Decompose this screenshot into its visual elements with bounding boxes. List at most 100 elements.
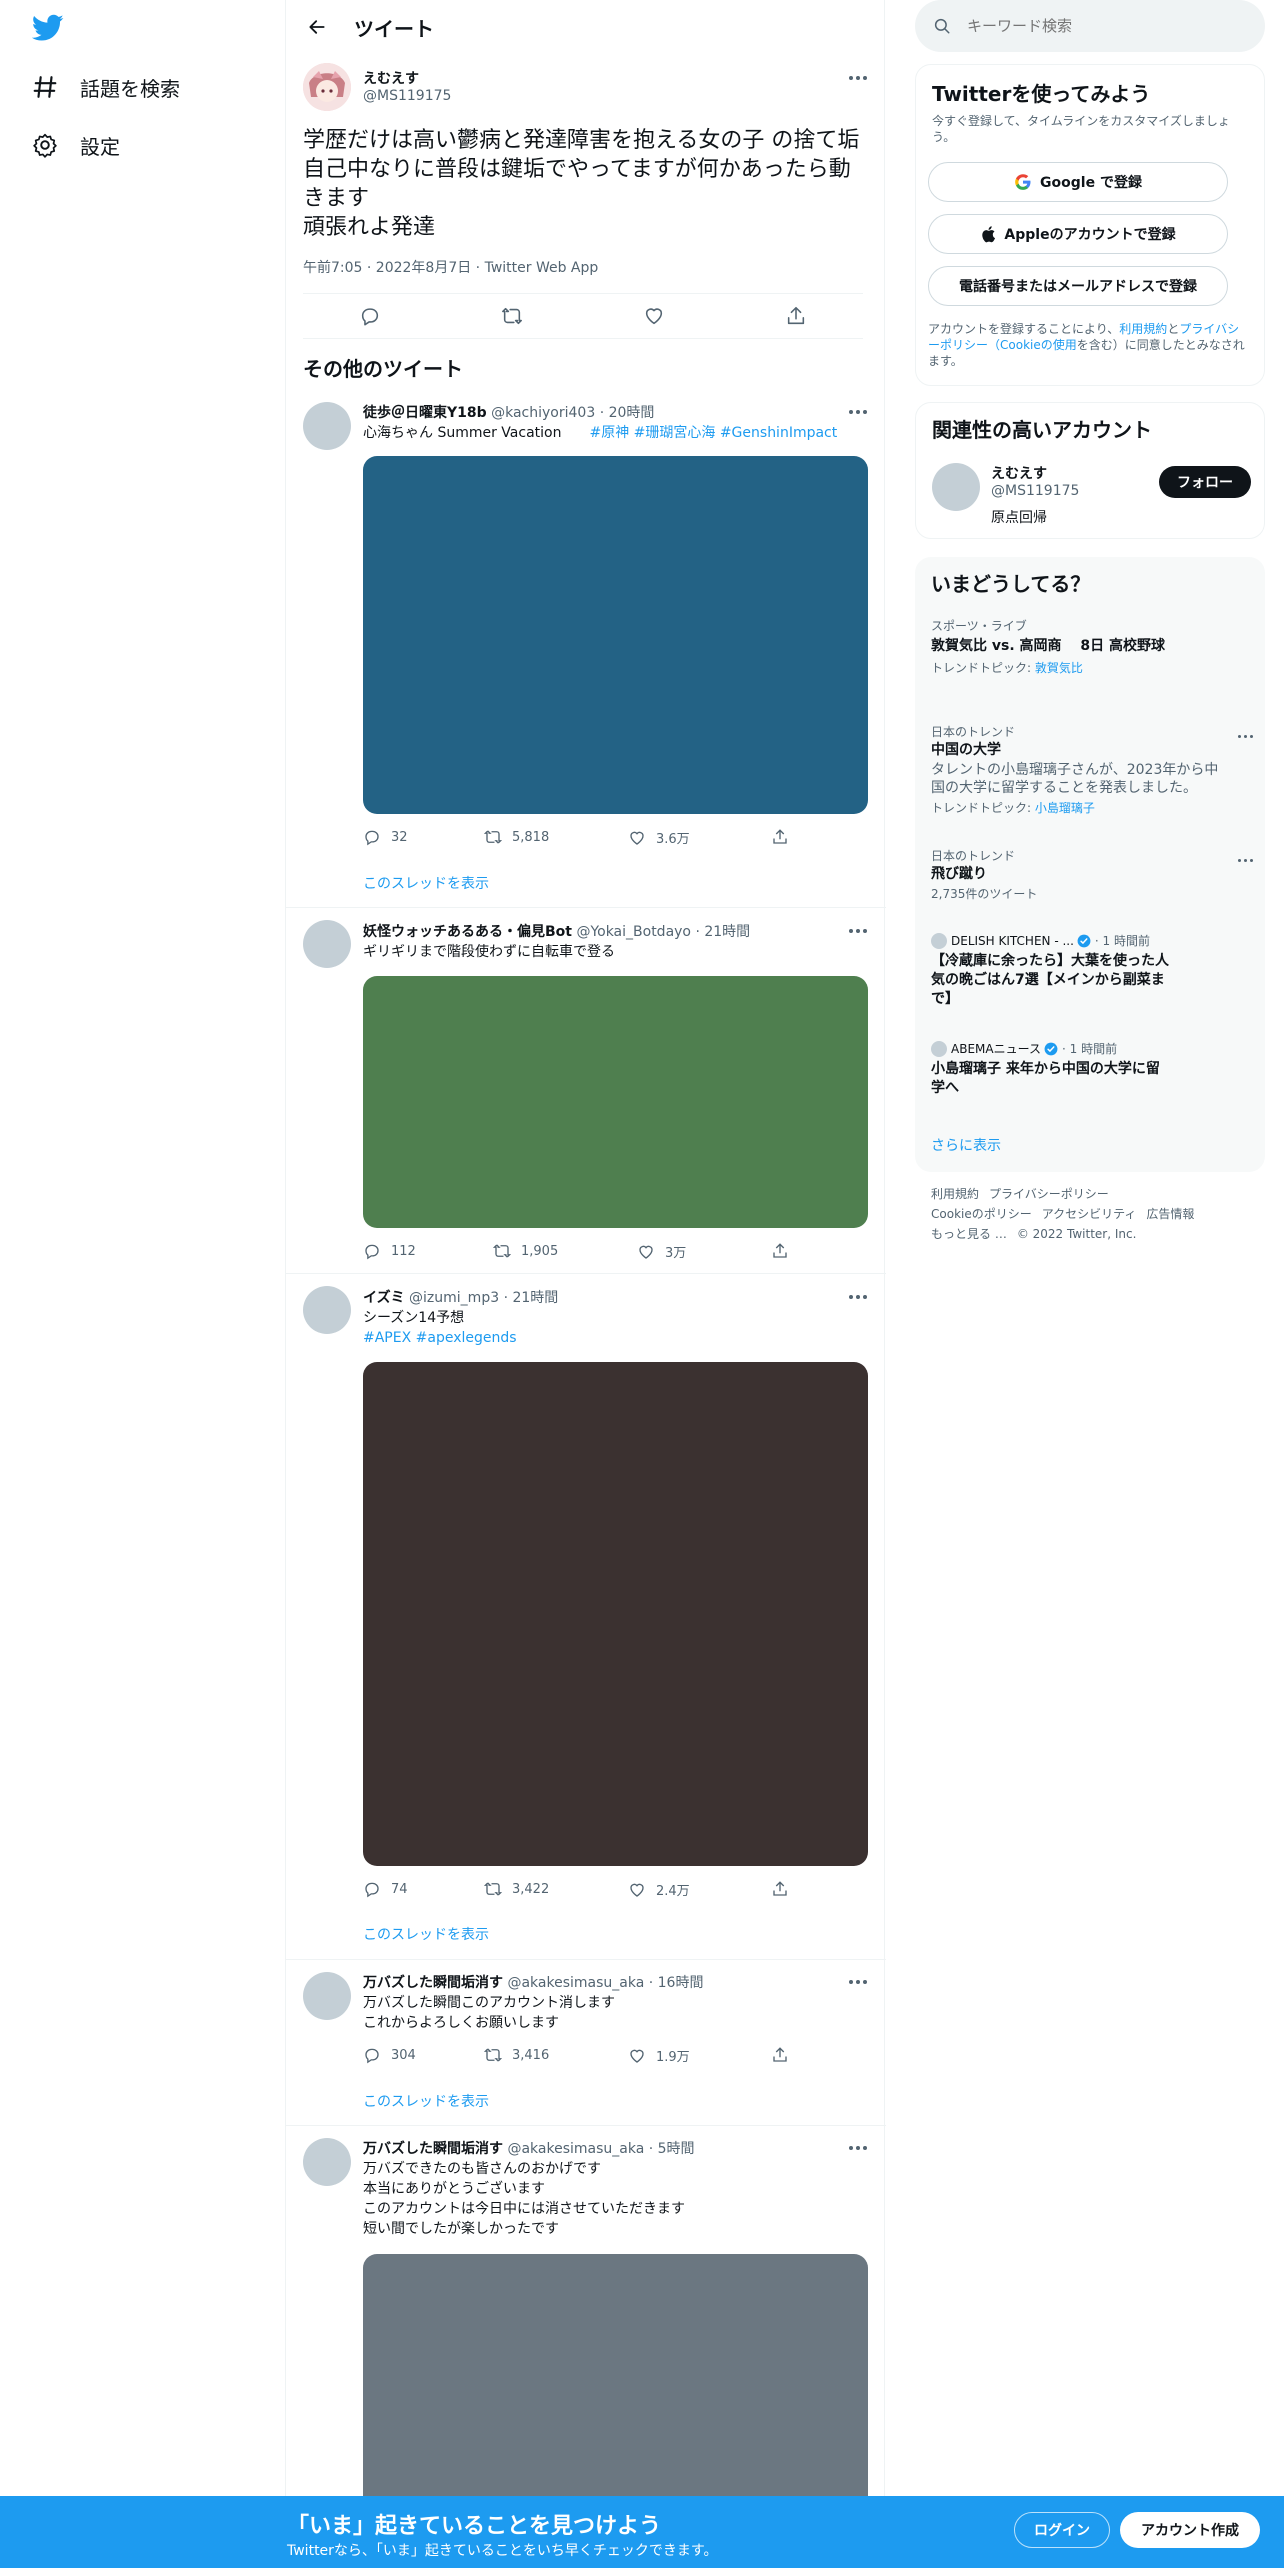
reply-count[interactable]: 112: [363, 1242, 416, 1260]
retweet-count[interactable]: 1,905: [493, 1242, 558, 1260]
avatar[interactable]: [303, 402, 351, 450]
more-options-button[interactable]: [846, 919, 870, 943]
tweet-image[interactable]: [363, 456, 868, 814]
tweet-image[interactable]: [363, 976, 868, 1228]
phone-email-signup-button[interactable]: 電話番号またはメールアドレスで登録: [928, 266, 1228, 306]
back-button[interactable]: [300, 10, 334, 44]
share-button[interactable]: [771, 2046, 799, 2064]
author-name[interactable]: 万バズした瞬間垢消す: [363, 2141, 503, 2157]
follow-button[interactable]: フォロー: [1159, 466, 1251, 498]
avatar[interactable]: [303, 1972, 351, 2020]
trend-topic-link[interactable]: 敦賀気比: [1035, 661, 1083, 675]
author-handle[interactable]: @akakesimasu_aka: [507, 2141, 644, 2157]
hashtags[interactable]: #APEX #apexlegends: [363, 1328, 517, 1348]
author-name[interactable]: 妖怪ウォッチあるある・偏見Bot: [363, 924, 572, 940]
author-handle[interactable]: @akakesimasu_aka: [507, 1975, 644, 1991]
more-options-button[interactable]: [846, 1285, 870, 1309]
trends-title: いまどうしてる？: [931, 572, 1091, 596]
like-count[interactable]: 2.4万: [628, 1880, 690, 1899]
news-item[interactable]: ABEMAニュース · 1 時間前 小島瑠璃子 来年から中国の大学に留学へ: [931, 1040, 1171, 1098]
trend-item[interactable]: 日本のトレンド 飛び蹴り 2,735件のツイート: [931, 847, 1231, 903]
like-count[interactable]: 3万: [637, 1242, 686, 1261]
avatar[interactable]: [303, 63, 351, 111]
hashtags[interactable]: #原神 #珊瑚宮心海 #GenshinImpact: [589, 425, 837, 441]
share-icon[interactable]: [785, 305, 809, 329]
trend-item[interactable]: 日本のトレンド 中国の大学 タレントの小島瑠璃子さんが、2023年から中国の大学…: [931, 723, 1231, 817]
reply-icon[interactable]: [359, 305, 383, 329]
share-button[interactable]: [771, 1880, 799, 1898]
more-options-button[interactable]: [846, 66, 870, 90]
more-options-button[interactable]: [846, 400, 870, 424]
more-options-button[interactable]: [846, 2136, 870, 2160]
footer-link[interactable]: 利用規約: [931, 1187, 979, 1201]
retweet-count[interactable]: 3,422: [484, 1880, 549, 1898]
reply-count[interactable]: 74: [363, 1880, 408, 1898]
retweet-icon: [484, 2048, 502, 2062]
reply-count[interactable]: 32: [363, 828, 408, 846]
like-count[interactable]: 3.6万: [628, 828, 690, 847]
more-options-button[interactable]: [846, 1970, 870, 1994]
search-box[interactable]: [915, 0, 1265, 52]
nav-settings[interactable]: 設定: [32, 125, 120, 165]
author-name[interactable]: 徒歩＠日曜東Y18b: [363, 405, 487, 421]
tweet-image[interactable]: [363, 1362, 868, 1866]
nav-explore[interactable]: 話題を検索: [32, 67, 180, 107]
footer-link[interactable]: もっと見る …: [931, 1227, 1007, 1241]
author-handle[interactable]: @Yokai_Botdayo: [576, 924, 691, 940]
trend-item[interactable]: スポーツ・ライブ 敦賀気比 vs. 高岡商 8日 高校野球 トレンドトピック: …: [931, 617, 1231, 677]
show-thread-link[interactable]: このスレッドを表示: [363, 873, 489, 893]
like-icon[interactable]: [643, 305, 667, 329]
author-handle[interactable]: @kachiyori403: [491, 405, 595, 421]
author-name[interactable]: イズミ: [363, 1290, 405, 1306]
author-name[interactable]: 万バズした瞬間垢消す: [363, 1975, 503, 1991]
apple-signup-button[interactable]: Appleのアカウントで登録: [928, 214, 1228, 254]
news-time: · 1 時間前: [1062, 1042, 1118, 1056]
terms-link[interactable]: 利用規約: [1119, 322, 1167, 336]
retweet-count[interactable]: 5,818: [484, 828, 549, 846]
page-header: ツイート: [286, 0, 886, 54]
avatar[interactable]: [303, 2138, 351, 2186]
related-account-name[interactable]: えむえす: [991, 463, 1047, 483]
tweet-time[interactable]: · 20時間: [600, 405, 655, 421]
share-button[interactable]: [771, 828, 799, 846]
related-account-handle[interactable]: @MS119175: [991, 483, 1079, 499]
avatar[interactable]: [303, 920, 351, 968]
related-account-bio: 原点回帰: [991, 510, 1047, 526]
tweet-card[interactable]: 徒歩＠日曜東Y18b @kachiyori403 · 20時間 心海ちゃん Su…: [286, 392, 886, 908]
footer-link[interactable]: Cookieのポリシー: [931, 1207, 1032, 1221]
search-input[interactable]: [967, 17, 1227, 35]
footer-link[interactable]: プライバシーポリシー: [989, 1187, 1109, 1201]
show-thread-link[interactable]: このスレッドを表示: [363, 1924, 489, 1944]
tweet-card[interactable]: 妖怪ウォッチあるある・偏見Bot @Yokai_Botdayo · 21時間 ギ…: [286, 908, 886, 1274]
retweet-icon[interactable]: [501, 305, 525, 329]
twitter-bird-icon[interactable]: [32, 14, 66, 44]
retweet-count[interactable]: 3,416: [484, 2046, 549, 2064]
like-count[interactable]: 1.9万: [628, 2046, 690, 2065]
avatar[interactable]: [932, 463, 980, 511]
more-options-button[interactable]: [1233, 848, 1257, 872]
trend-category: 日本のトレンド: [931, 849, 1016, 863]
show-more-link[interactable]: さらに表示: [931, 1135, 1001, 1155]
login-button[interactable]: ログイン: [1014, 2512, 1110, 2548]
tweet-time[interactable]: · 21時間: [695, 924, 750, 940]
create-account-button[interactable]: アカウント作成: [1120, 2512, 1260, 2548]
reply-count[interactable]: 304: [363, 2046, 416, 2064]
footer-link[interactable]: 広告情報: [1146, 1207, 1194, 1221]
trend-topic-link[interactable]: 小島瑠璃子: [1035, 801, 1095, 815]
tweet-card[interactable]: 万バズした瞬間垢消す @akakesimasu_aka · 16時間 万バズした…: [286, 1960, 886, 2126]
news-item[interactable]: DELISH KITCHEN - ... · 1 時間前 【冷蔵庫に余ったら】大…: [931, 932, 1171, 1009]
share-button[interactable]: [771, 1242, 799, 1260]
author-handle[interactable]: @MS119175: [363, 88, 451, 104]
avatar[interactable]: [303, 1286, 351, 1334]
tweet-meta[interactable]: 午前7:05 · 2022年8月7日 · Twitter Web App: [303, 257, 598, 277]
tweet-time[interactable]: · 21時間: [504, 1290, 559, 1306]
google-signup-button[interactable]: Google で登録: [928, 162, 1228, 202]
show-thread-link[interactable]: このスレッドを表示: [363, 2091, 489, 2111]
tweet-time[interactable]: · 16時間: [649, 1975, 704, 1991]
author-handle[interactable]: @izumi_mp3: [409, 1290, 499, 1306]
author-name[interactable]: えむえす: [363, 68, 419, 88]
tweet-card[interactable]: イズミ @izumi_mp3 · 21時間 シーズン14予想 #APEX #ap…: [286, 1274, 886, 1960]
more-options-button[interactable]: [1233, 724, 1257, 748]
tweet-time[interactable]: · 5時間: [649, 2141, 695, 2157]
footer-link[interactable]: アクセシビリティ: [1042, 1207, 1137, 1221]
